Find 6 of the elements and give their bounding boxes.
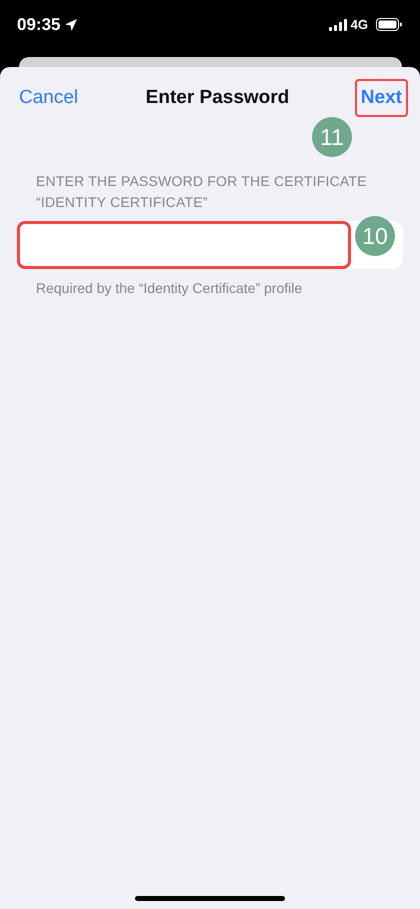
footer-text: Required by the “Identity Certificate” profile [36,279,304,298]
step-number-badge: 11 [312,117,352,157]
network-label: 4G [350,16,368,34]
section-header: ENTER THE PASSWORD FOR THE CERTIFICATE “IDENTITY CERTIFICATE” [36,172,368,212]
sheet-title: Enter Password [146,86,290,110]
status-time: 09:35 [17,14,60,36]
